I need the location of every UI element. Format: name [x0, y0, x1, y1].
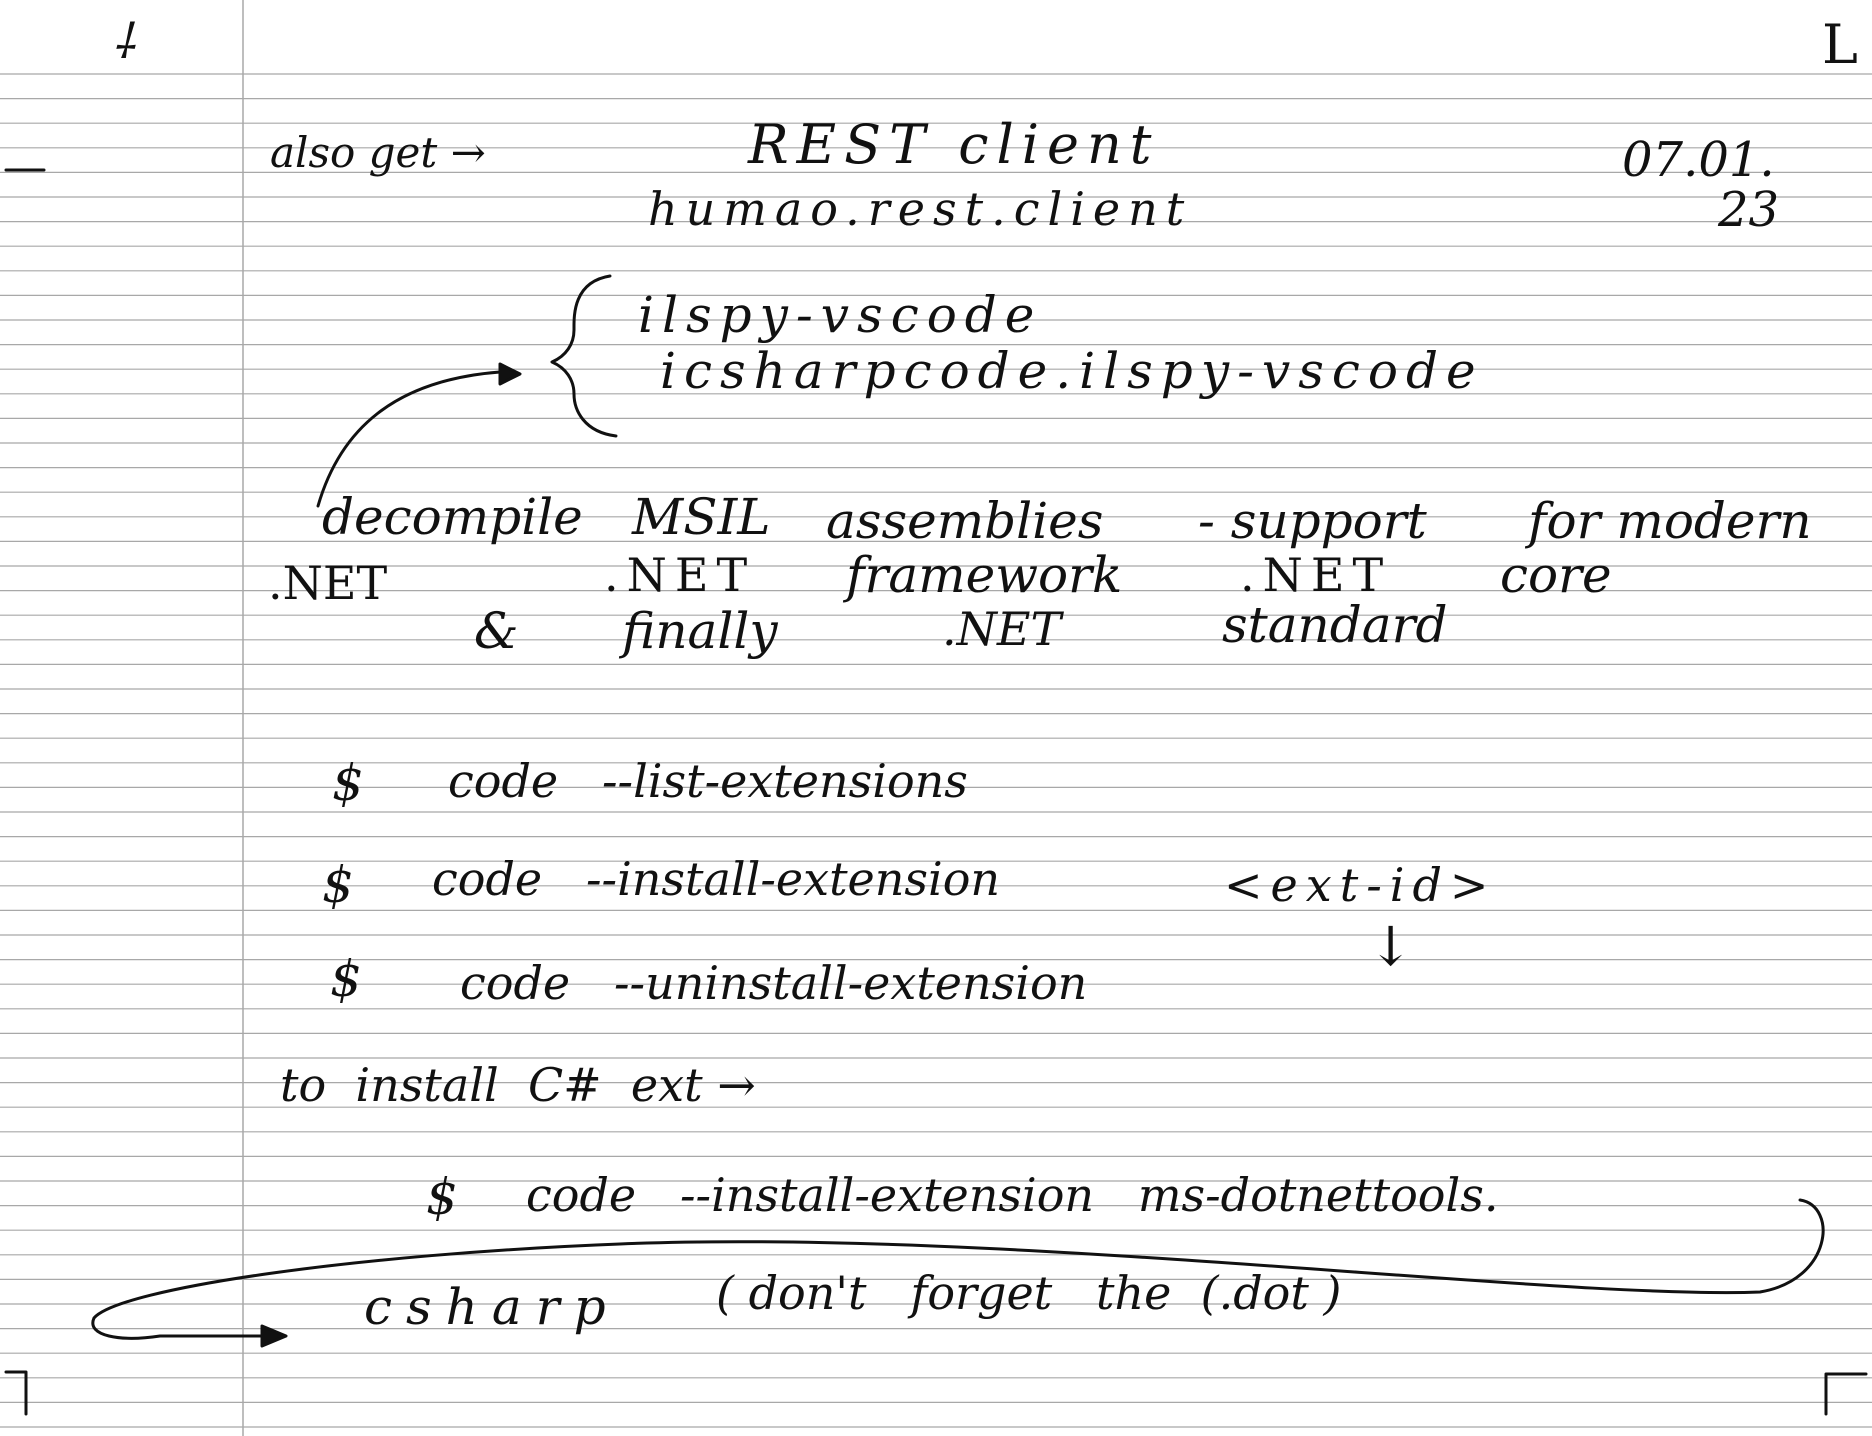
arrowhead-csharp	[260, 1324, 288, 1348]
wrap-bracket	[91, 1198, 1825, 1340]
curly-brace	[550, 274, 618, 438]
ink-strokes	[4, 168, 1868, 1416]
notebook-page: ⸸ L also get → REST client humao.rest.cl…	[0, 0, 1872, 1436]
corner-mark-bottom-right	[1824, 1372, 1868, 1416]
curved-arrow-to-brace	[316, 370, 502, 508]
corner-mark-bottom-left	[4, 1370, 28, 1416]
arrowhead-brace	[498, 362, 522, 386]
